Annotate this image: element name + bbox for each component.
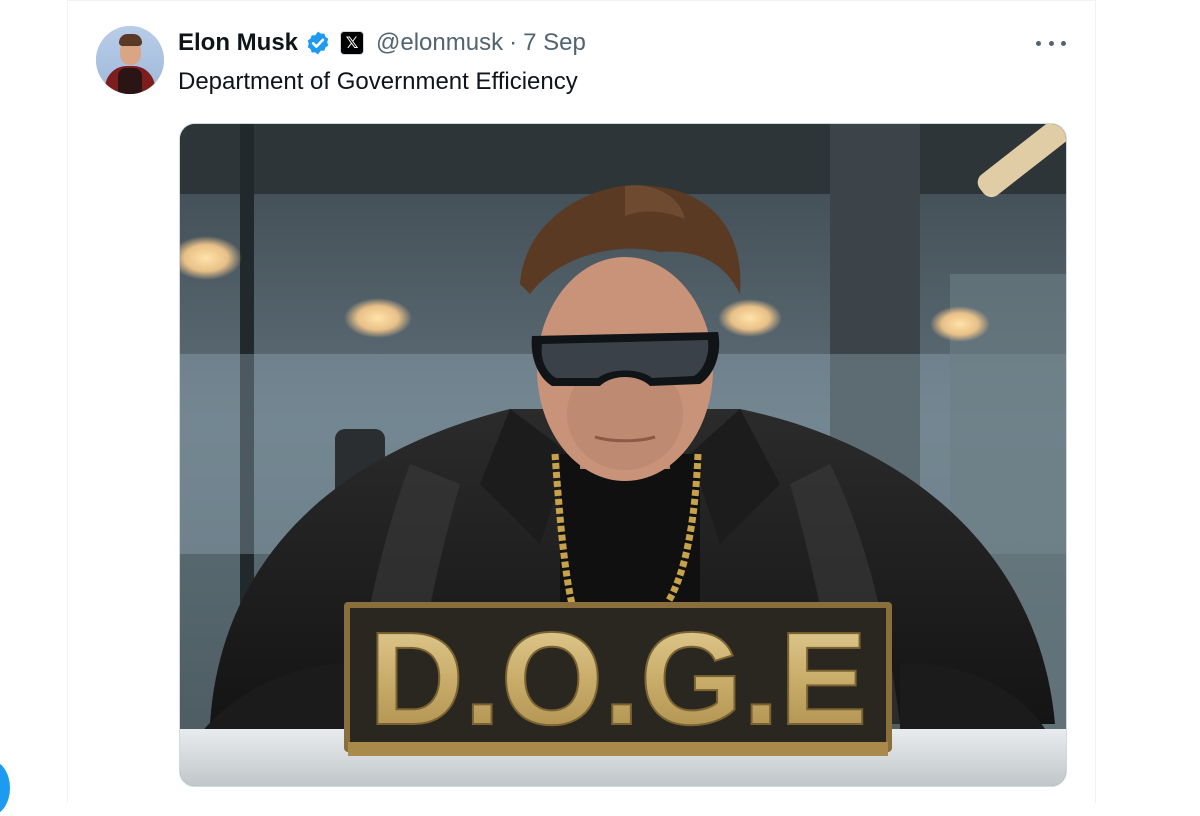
author-name[interactable]: Elon Musk bbox=[178, 29, 298, 57]
tweet-header: Elon Musk 𝕏 @elonmusk · 7 Sep bbox=[178, 27, 586, 59]
avatar[interactable] bbox=[96, 26, 164, 94]
verified-badge-icon[interactable] bbox=[305, 30, 331, 56]
author-handle[interactable]: @elonmusk bbox=[376, 29, 503, 57]
doge-photo-illustration: D.O.G.E bbox=[180, 124, 1066, 786]
more-options-icon[interactable] bbox=[1036, 32, 1066, 54]
tweet-text: Department of Government Efficiency bbox=[178, 68, 578, 95]
x-affiliation-icon[interactable]: 𝕏 bbox=[340, 31, 365, 55]
plaque-text: D.O.G.E bbox=[369, 605, 868, 752]
header-separator: · bbox=[509, 29, 518, 56]
tweet[interactable]: Elon Musk 𝕏 @elonmusk · 7 Sep Department… bbox=[68, 0, 1095, 803]
tweet-media-image[interactable]: D.O.G.E bbox=[179, 123, 1067, 787]
timeline-right-border bbox=[1095, 0, 1096, 803]
tweet-date[interactable]: 7 Sep bbox=[523, 29, 586, 57]
floating-compose-button[interactable] bbox=[0, 760, 10, 816]
